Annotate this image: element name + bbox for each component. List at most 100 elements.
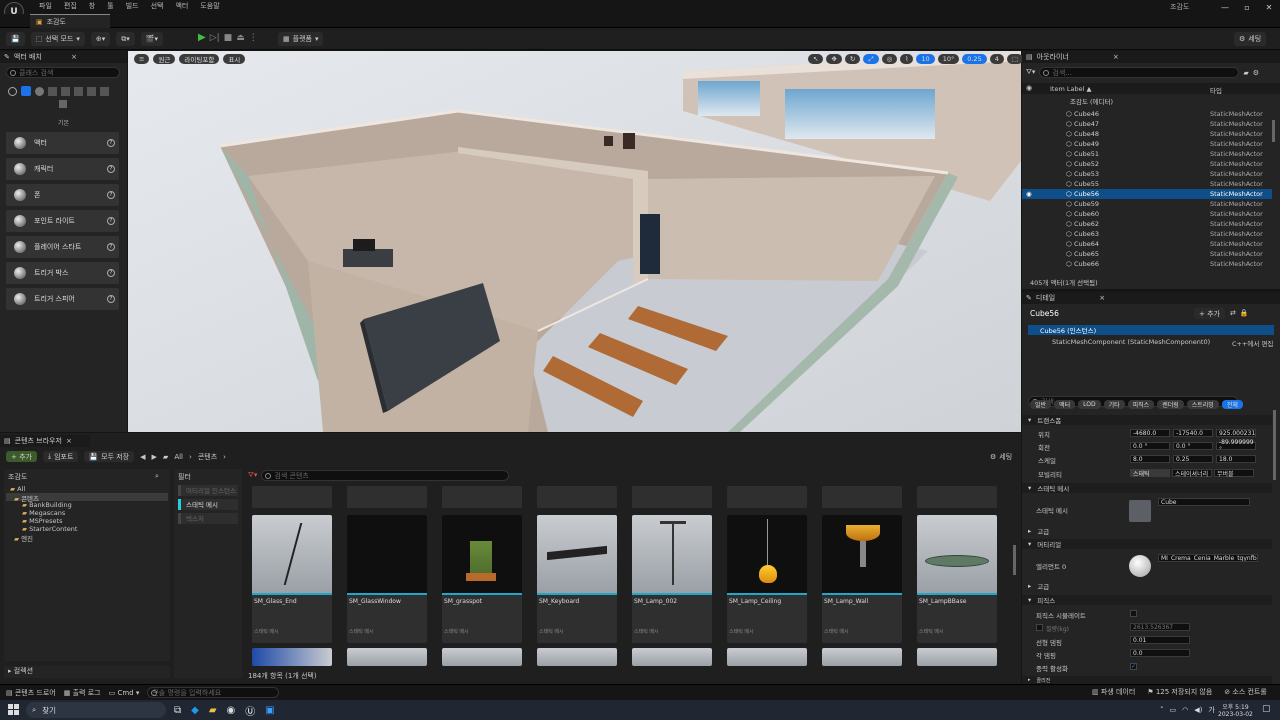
content-drawer-button[interactable]: ▤ 콘텐츠 드로어 bbox=[6, 688, 56, 698]
outliner-row[interactable]: ⬡ Cube52 StaticMeshActor bbox=[1022, 159, 1272, 169]
outliner-row[interactable]: ⬡ Cube60 StaticMeshActor bbox=[1022, 209, 1272, 219]
help-icon[interactable]: ? bbox=[107, 139, 115, 147]
tree-folder[interactable]: ▰ 엔진 bbox=[6, 533, 168, 543]
tree-folder[interactable]: ▰ All bbox=[6, 485, 168, 493]
rotation-x-field[interactable]: 0.0 ° bbox=[1130, 442, 1170, 450]
asset-tile-partial[interactable] bbox=[822, 648, 902, 666]
close-tab-icon[interactable]: × bbox=[1099, 294, 1105, 302]
asset-tile[interactable]: SM_Keyboard 스태틱 메시 bbox=[537, 515, 617, 643]
show-flags-button[interactable]: 표시 bbox=[223, 54, 246, 64]
asset-tile-partial[interactable] bbox=[442, 486, 522, 508]
map-tab[interactable]: ▣ 조감도 bbox=[30, 14, 110, 28]
help-icon[interactable]: ? bbox=[107, 191, 115, 199]
tree-folder[interactable]: ▰ BankBuilding bbox=[6, 501, 168, 509]
task-view-icon[interactable]: ⧉ bbox=[174, 705, 181, 716]
close-tab-icon[interactable]: × bbox=[66, 437, 72, 445]
transform-section[interactable]: ▾ 트랜스폼 bbox=[1022, 415, 1272, 425]
grid-snap-button[interactable]: 10 bbox=[916, 54, 935, 64]
cmd-dropdown[interactable]: ▭ Cmd ▾ bbox=[109, 689, 140, 697]
outliner-row[interactable]: ⬡ Cube48 StaticMeshActor bbox=[1022, 129, 1272, 139]
asset-tile-partial[interactable] bbox=[347, 648, 427, 666]
cinematic-icon[interactable] bbox=[48, 86, 57, 96]
scale-snap-button[interactable]: 0.25 bbox=[962, 54, 987, 64]
asset-tile-partial[interactable] bbox=[537, 486, 617, 508]
stop-icon[interactable]: ■ bbox=[224, 33, 233, 43]
scale-y-field[interactable]: 0.25 bbox=[1173, 455, 1213, 463]
asset-tile-partial[interactable] bbox=[442, 648, 522, 666]
select-mode-dropdown[interactable]: ⬚ 선택 모드 ▾ bbox=[30, 32, 85, 46]
add-content-icon[interactable]: ⊕▾ bbox=[90, 32, 111, 46]
help-icon[interactable]: ? bbox=[107, 269, 115, 277]
material-thumbnail[interactable] bbox=[1129, 555, 1151, 577]
menu-item[interactable]: 창 bbox=[84, 1, 100, 11]
asset-tile-partial[interactable] bbox=[632, 648, 712, 666]
blueprint-icon[interactable]: ⧉▾ bbox=[116, 32, 135, 46]
place-actor-item[interactable]: 액터? bbox=[6, 132, 119, 154]
outliner-row[interactable]: ⬡ Cube64 StaticMeshActor bbox=[1022, 239, 1272, 249]
asset-tile-partial[interactable] bbox=[252, 648, 332, 666]
asset-tile-partial[interactable] bbox=[917, 486, 997, 508]
location-z-field[interactable]: 925.000231 bbox=[1216, 429, 1256, 437]
blueprint-convert-icon[interactable]: ⇄ bbox=[1230, 309, 1236, 317]
select-tool-icon[interactable]: ↖ bbox=[808, 54, 824, 64]
outliner-settings-icon[interactable]: ⚙ bbox=[1253, 69, 1259, 77]
console-input[interactable]: 콘솔 명령을 입력하세요 bbox=[147, 687, 280, 698]
location-x-field[interactable]: -4680.0 bbox=[1130, 429, 1170, 437]
basic-icon[interactable] bbox=[21, 86, 31, 96]
filter-tab[interactable]: 일반 bbox=[1030, 400, 1052, 409]
outliner-row[interactable]: ⬡ Cube53 StaticMeshActor bbox=[1022, 169, 1272, 179]
filter-tab[interactable]: 기타 bbox=[1103, 400, 1125, 409]
help-icon[interactable]: ? bbox=[107, 217, 115, 225]
save-all-button[interactable]: 💾 모두 저장 bbox=[84, 451, 135, 462]
column-type[interactable]: 타입 bbox=[1210, 85, 1222, 95]
notification-icon[interactable]: ▢ bbox=[1262, 704, 1271, 714]
settings-button[interactable]: ⚙ 세팅 bbox=[1234, 32, 1267, 46]
close-button[interactable]: ✕ bbox=[1258, 3, 1280, 12]
tray-chevron-icon[interactable]: ˄ bbox=[1160, 706, 1164, 714]
mobility-static[interactable]: 스태틱 bbox=[1130, 469, 1170, 478]
filter-tab[interactable]: 렌더링 bbox=[1157, 400, 1184, 409]
filter-icon[interactable]: ⛛▾ bbox=[1026, 68, 1035, 77]
place-actor-item[interactable]: 트리거 박스? bbox=[6, 262, 119, 284]
filter-tab[interactable]: 스트리밍 bbox=[1186, 400, 1219, 409]
tree-folder[interactable]: ▰ 콘텐츠 bbox=[6, 493, 168, 503]
advanced-expander[interactable]: ▸ 고급 bbox=[1022, 526, 1272, 536]
place-actor-item[interactable]: 트리거 스피어? bbox=[6, 288, 119, 310]
filter-tab[interactable]: LOD bbox=[1078, 400, 1101, 409]
mobility-stationary[interactable]: 스테이셔너리 bbox=[1172, 469, 1212, 478]
asset-tile-partial[interactable] bbox=[727, 648, 807, 666]
outliner-row[interactable]: ◉ ⬡ Cube56 StaticMeshActor bbox=[1022, 189, 1272, 199]
maximize-viewport-icon[interactable]: ⬚ bbox=[1006, 54, 1024, 64]
world-space-icon[interactable]: ◎ bbox=[881, 54, 898, 64]
menu-item[interactable]: 도움말 bbox=[195, 1, 224, 11]
static-mesh-dropdown[interactable]: Cube bbox=[1158, 498, 1250, 506]
outliner-row[interactable]: ⬡ Cube49 StaticMeshActor bbox=[1022, 139, 1272, 149]
minimize-button[interactable]: — bbox=[1214, 3, 1236, 12]
volumes-icon[interactable] bbox=[87, 86, 96, 96]
filter-tab[interactable]: 전체 bbox=[1221, 400, 1243, 409]
menu-item[interactable]: 빌드 bbox=[121, 1, 144, 11]
move-tool-icon[interactable]: ✥ bbox=[826, 54, 842, 64]
asset-tile-partial[interactable] bbox=[632, 486, 712, 508]
materials-section[interactable]: ▾ 머티리얼 bbox=[1022, 539, 1272, 549]
search-icon[interactable]: ⌕ bbox=[155, 472, 159, 481]
gravity-checkbox[interactable]: ✓ bbox=[1130, 663, 1137, 670]
lock-icon[interactable]: 🔒 bbox=[1240, 309, 1249, 317]
more-options-icon[interactable]: ⋮ bbox=[249, 33, 258, 43]
menu-item[interactable]: 툴 bbox=[102, 1, 118, 11]
visual-effects-icon[interactable] bbox=[61, 86, 70, 96]
filter-tab[interactable]: 액터 bbox=[1054, 400, 1076, 409]
taskbar-clock[interactable]: 오후 5:19 2023-03-02 bbox=[1218, 702, 1253, 718]
close-tab-icon[interactable]: × bbox=[1113, 53, 1119, 61]
rotate-tool-icon[interactable]: ↻ bbox=[844, 54, 861, 64]
ime-icon[interactable]: 가 bbox=[1208, 705, 1214, 715]
outliner-row[interactable]: ⬡ Cube59 StaticMeshActor bbox=[1022, 199, 1272, 209]
instance-row[interactable]: Cube56 (인스턴스) bbox=[1028, 325, 1274, 335]
asset-tile-partial[interactable] bbox=[822, 486, 902, 508]
outliner-row[interactable]: ⬡ Cube51 StaticMeshActor bbox=[1022, 149, 1272, 159]
recent-icon[interactable] bbox=[8, 86, 17, 96]
menu-item[interactable]: 편집 bbox=[59, 1, 82, 11]
actor-name[interactable]: Cube56 bbox=[1030, 309, 1059, 318]
close-tab-icon[interactable]: × bbox=[71, 53, 77, 61]
tree-folder[interactable]: ▰ MSPresets bbox=[6, 517, 168, 525]
